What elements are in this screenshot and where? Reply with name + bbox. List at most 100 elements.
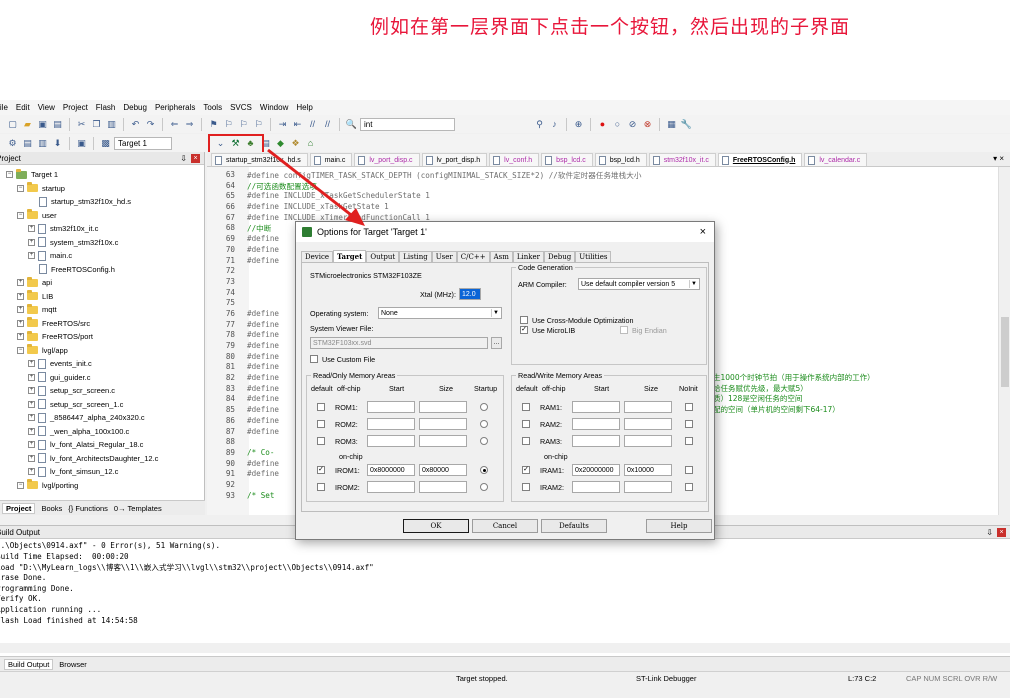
collapse-icon[interactable]: − [6,171,13,179]
os-select[interactable]: None ▼ [378,307,502,319]
size-input[interactable] [419,418,467,430]
redo-icon[interactable]: ↷ [144,118,157,131]
kill-breakpoints-icon[interactable]: ⊗ [641,118,654,131]
size-input[interactable] [419,435,467,447]
expand-icon[interactable]: + [28,238,35,246]
tab-project[interactable]: Project [2,502,36,514]
expand-icon[interactable]: + [28,387,35,395]
tab-books[interactable]: Books [41,504,62,513]
tab-linker[interactable]: Linker [512,251,545,262]
tab-templates[interactable]: 0→ Templates [114,504,162,513]
menu-project[interactable]: Project [59,103,92,112]
tree-item[interactable]: + system_stm32f10x.c [0,236,204,250]
startup-radio[interactable] [480,420,488,428]
rebuild-icon[interactable]: ▥ [36,137,49,150]
start-address-input[interactable]: 0x20000000 [572,464,620,476]
tab-browser[interactable]: Browser [59,660,87,669]
target-select[interactable]: Target 1 [114,136,172,150]
svd-input[interactable]: STM32F103xx.svd [310,337,488,349]
tab-debug[interactable]: Debug [544,251,576,262]
find-in-files-icon[interactable]: 🔍 [345,118,358,131]
big-endian-checkbox[interactable] [620,326,628,334]
startup-radio[interactable] [480,437,488,445]
expand-icon[interactable]: + [17,319,24,327]
menu-svcs[interactable]: SVCS [226,103,256,112]
default-checkbox[interactable] [317,403,325,411]
save-icon[interactable]: ▣ [36,118,49,131]
editor-tab[interactable]: main.c [309,153,353,166]
menu-tools[interactable]: Tools [199,103,226,112]
menu-window[interactable]: Window [256,103,292,112]
editor-tab[interactable]: startup_stm32f10x_hd.s [211,153,308,166]
start-address-input[interactable] [572,481,620,493]
expand-icon[interactable]: + [17,292,24,300]
new-file-icon[interactable]: ▢ [6,118,19,131]
noinit-checkbox[interactable] [685,466,693,474]
build-icon[interactable]: ▤ [21,137,34,150]
tab-listing[interactable]: Listing [399,251,432,262]
size-input[interactable] [624,435,672,447]
uncomment-icon[interactable]: // [321,118,334,131]
configure-icon[interactable]: 🔧 [680,118,693,131]
noinit-checkbox[interactable] [685,403,693,411]
collapse-icon[interactable]: − [17,211,24,219]
default-checkbox[interactable] [522,437,530,445]
expand-icon[interactable]: + [28,252,35,260]
close-icon[interactable]: × [191,153,200,163]
download-icon[interactable]: ▣ [75,137,88,150]
start-address-input[interactable] [367,435,415,447]
tab-functions[interactable]: {} Functions [68,504,108,513]
editor-tab[interactable]: lv_conf.h [489,153,540,166]
tree-item[interactable]: + api [0,276,204,290]
bookmark-prev-icon[interactable]: ⚐ [222,118,235,131]
collapse-icon[interactable]: − [17,346,24,354]
tree-item[interactable]: + FreeRTOS/port [0,330,204,344]
bookmark-icon[interactable]: ⚑ [207,118,220,131]
tree-item[interactable]: + FreeRTOS/src [0,317,204,331]
start-address-input[interactable] [572,418,620,430]
tree-item[interactable]: − Target 1 [0,168,204,182]
close-icon[interactable]: × [700,226,706,238]
tree-item[interactable]: + setup_scr_screen_1.c [0,398,204,412]
startup-radio[interactable] [480,466,488,474]
menu-help[interactable]: Help [292,103,316,112]
manage-rte-icon[interactable]: ◆ [274,137,287,150]
copy-icon[interactable]: ❐ [90,118,103,131]
open-folder-icon[interactable]: ▰ [21,118,34,131]
build-output-horizontal-scrollbar[interactable] [0,643,1010,653]
tab-user[interactable]: User [431,251,457,262]
tab-c-cpp[interactable]: C/C++ [456,251,490,262]
cut-icon[interactable]: ✂ [75,118,88,131]
editor-tab[interactable]: lv_port_disp.c [354,153,420,166]
expand-icon[interactable]: + [28,373,35,381]
tab-asm[interactable]: Asm [489,251,513,262]
expand-icon[interactable]: + [28,468,35,476]
batch-build-icon[interactable]: ⬇ [51,137,64,150]
pin-icon[interactable]: ⇩ [986,528,993,537]
default-checkbox[interactable] [317,437,325,445]
start-address-input[interactable] [367,401,415,413]
pack-installer-icon[interactable]: ❖ [289,137,302,150]
tree-item[interactable]: + lv_font_Alatsi_Regular_18.c [0,438,204,452]
noinit-checkbox[interactable] [685,483,693,491]
default-checkbox[interactable] [317,483,325,491]
menu-file[interactable]: File [0,103,12,112]
tree-item[interactable]: + main.c [0,249,204,263]
menu-edit[interactable]: Edit [12,103,34,112]
expand-icon[interactable]: + [17,333,24,341]
size-input[interactable]: 0x10000 [624,464,672,476]
disable-breakpoint-icon[interactable]: ○ [611,118,624,131]
default-checkbox[interactable] [522,483,530,491]
tree-item[interactable]: + setup_scr_screen.c [0,384,204,398]
noinit-checkbox[interactable] [685,437,693,445]
editor-vertical-scrollbar[interactable] [998,167,1010,515]
collapse-icon[interactable]: − [17,481,24,489]
editor-tab[interactable]: lv_calendar.c [804,153,868,166]
use-custom-file-checkbox[interactable] [310,355,318,363]
tree-item[interactable]: + _wen_alpha_100x100.c [0,425,204,439]
tree-item[interactable]: − lvgl/app [0,344,204,358]
tab-device[interactable]: Device [301,251,334,262]
paste-icon[interactable]: ▥ [105,118,118,131]
start-address-input[interactable]: 0x8000000 [367,464,415,476]
noinit-checkbox[interactable] [685,420,693,428]
